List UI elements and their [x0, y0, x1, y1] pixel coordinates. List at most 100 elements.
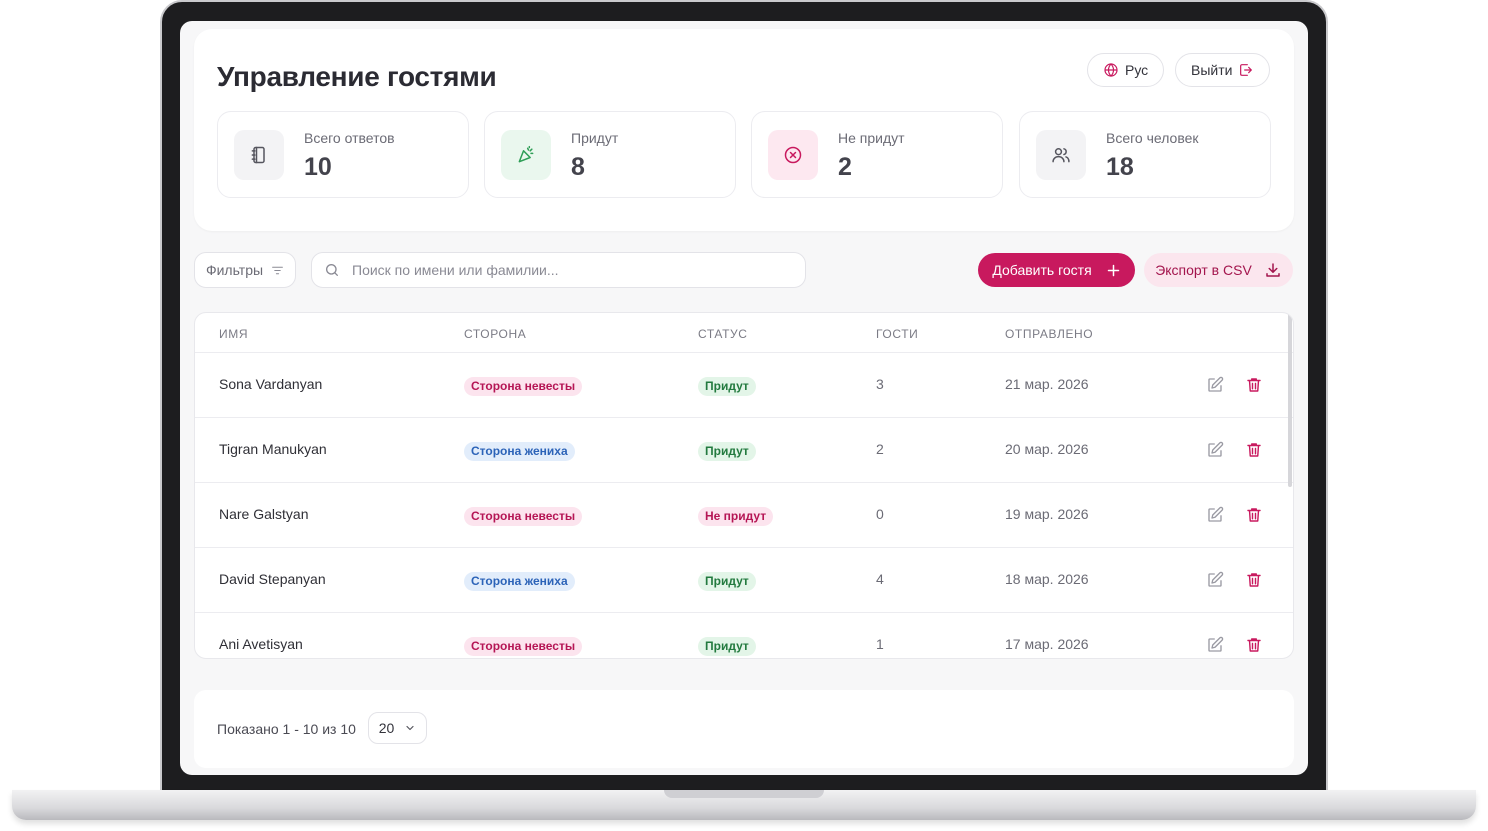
- shown-count: Показано 1 - 10 из 10: [217, 721, 356, 737]
- pagination-footer: Показано 1 - 10 из 10 20: [194, 690, 1294, 768]
- stat-label: Придут: [571, 130, 619, 146]
- delete-button[interactable]: [1245, 506, 1263, 524]
- sent-date: 19 мар. 2026: [1005, 506, 1089, 522]
- side-badge: Сторона невесты: [464, 507, 583, 526]
- guest-count: 1: [876, 636, 884, 652]
- add-guest-button[interactable]: Добавить гостя: [978, 253, 1135, 287]
- column-header-guests[interactable]: ГОСТИ: [876, 327, 918, 341]
- page-size-select[interactable]: 20: [368, 712, 427, 744]
- sent-date: 21 мар. 2026: [1005, 376, 1089, 392]
- stat-icon-box: [234, 130, 284, 180]
- status-badge: Придут: [698, 572, 756, 591]
- stat-value: 18: [1106, 153, 1134, 181]
- sent-date: 20 мар. 2026: [1005, 441, 1089, 457]
- search-box: [311, 252, 806, 288]
- guests-table: ИМЯ СТОРОНА СТАТУС ГОСТИ ОТПРАВЛЕНО Sona…: [194, 312, 1294, 659]
- sent-date: 18 мар. 2026: [1005, 571, 1089, 587]
- edit-button[interactable]: [1206, 636, 1224, 654]
- chevron-down-icon: [406, 725, 414, 731]
- app-screen: Управление гостями Рус Выйти Всего ответ…: [180, 21, 1308, 775]
- stat-value: 8: [571, 153, 585, 181]
- header-card: Управление гостями Рус Выйти Всего ответ…: [194, 29, 1294, 231]
- edit-button[interactable]: [1206, 376, 1224, 394]
- delete-button[interactable]: [1245, 376, 1263, 394]
- trash-icon: [1247, 378, 1261, 392]
- filters-button[interactable]: Фильтры: [194, 252, 296, 288]
- guest-name: Nare Galstyan: [219, 506, 309, 522]
- stat-icon-box: [501, 130, 551, 180]
- stat-attending: Придут 8: [484, 111, 736, 198]
- add-guest-label: Добавить гостя: [992, 262, 1092, 278]
- trash-icon: [1247, 508, 1261, 522]
- stat-total-people: Всего человек 18: [1019, 111, 1271, 198]
- globe-icon: [1104, 63, 1118, 77]
- edit-icon: [1208, 376, 1224, 392]
- laptop-notch: [664, 790, 824, 798]
- column-header-status[interactable]: СТАТУС: [698, 327, 748, 341]
- table-row: David Stepanyan Сторона жениха Придут 4 18 м…: [195, 548, 1293, 613]
- guest-count: 4: [876, 571, 884, 587]
- stat-label: Всего ответов: [304, 130, 395, 146]
- table-row: Nare Galstyan Сторона невесты Не придут 0 19…: [195, 483, 1293, 548]
- page-title: Управление гостями: [217, 61, 497, 92]
- column-header-name[interactable]: ИМЯ: [219, 327, 248, 341]
- guest-count: 2: [876, 441, 884, 457]
- trash-icon: [1247, 573, 1261, 587]
- filters-label: Фильтры: [205, 262, 264, 278]
- column-header-sent[interactable]: ОТПРАВЛЕНО: [1005, 327, 1093, 341]
- side-badge: Сторона жениха: [464, 442, 575, 461]
- stat-total-responses: Всего ответов 10: [217, 111, 469, 198]
- status-badge: Не придут: [698, 507, 774, 526]
- table-row: Ani Avetisyan Сторона невесты Придут 1 17 ма…: [195, 613, 1293, 658]
- sent-date: 17 мар. 2026: [1005, 636, 1089, 652]
- search-icon: [326, 264, 338, 276]
- logout-button[interactable]: Выйти: [1175, 53, 1271, 87]
- language-label: Рус: [1125, 62, 1149, 78]
- table-row: Tigran Manukyan Сторона жениха Придут 2 20 м…: [195, 418, 1293, 483]
- side-badge: Сторона жениха: [464, 572, 575, 591]
- guest-count: 3: [876, 376, 884, 392]
- export-csv-button[interactable]: Экспорт в CSV: [1144, 253, 1293, 287]
- logout-label: Выйти: [1191, 62, 1233, 78]
- column-header-side[interactable]: СТОРОНА: [464, 327, 526, 341]
- download-icon: [1266, 263, 1280, 277]
- table-header: ИМЯ СТОРОНА СТАТУС ГОСТИ ОТПРАВЛЕНО: [195, 313, 1293, 353]
- guest-name: Tigran Manukyan: [219, 441, 327, 457]
- export-csv-label: Экспорт в CSV: [1155, 262, 1252, 278]
- table-row: Sona Vardanyan Сторона невесты Придут 3 21 м…: [195, 353, 1293, 418]
- edit-icon: [1208, 571, 1224, 587]
- guest-count: 0: [876, 506, 884, 522]
- trash-icon: [1247, 443, 1261, 457]
- delete-button[interactable]: [1245, 636, 1263, 654]
- edit-button[interactable]: [1206, 441, 1224, 459]
- table-scrollbar[interactable]: [1288, 313, 1292, 487]
- delete-button[interactable]: [1245, 571, 1263, 589]
- edit-icon: [1208, 441, 1224, 457]
- page-size-value: 20: [378, 720, 395, 736]
- stat-icon-box: [1036, 130, 1086, 180]
- status-badge: Придут: [698, 442, 756, 461]
- edit-icon: [1208, 636, 1224, 652]
- edit-button[interactable]: [1206, 506, 1224, 524]
- delete-button[interactable]: [1245, 441, 1263, 459]
- search-input[interactable]: [352, 262, 792, 278]
- stat-value: 2: [838, 153, 852, 181]
- edit-button[interactable]: [1206, 571, 1224, 589]
- edit-icon: [1208, 506, 1224, 522]
- guest-name: Ani Avetisyan: [219, 636, 303, 652]
- language-button[interactable]: Рус: [1087, 53, 1165, 87]
- trash-icon: [1247, 638, 1261, 652]
- status-badge: Придут: [698, 377, 756, 396]
- side-badge: Сторона невесты: [464, 377, 583, 396]
- x-circle-icon: [784, 146, 802, 164]
- stat-icon-box: [768, 130, 818, 180]
- guest-name: Sona Vardanyan: [219, 376, 323, 392]
- status-badge: Придут: [698, 637, 756, 656]
- side-badge: Сторона невесты: [464, 637, 583, 656]
- party-popper-icon: [518, 145, 534, 163]
- stat-value: 10: [304, 153, 332, 181]
- filter-icon: [272, 266, 283, 274]
- guest-name: David Stepanyan: [219, 571, 326, 587]
- stat-label: Всего человек: [1106, 130, 1199, 146]
- stat-not-attending: Не придут 2: [751, 111, 1003, 198]
